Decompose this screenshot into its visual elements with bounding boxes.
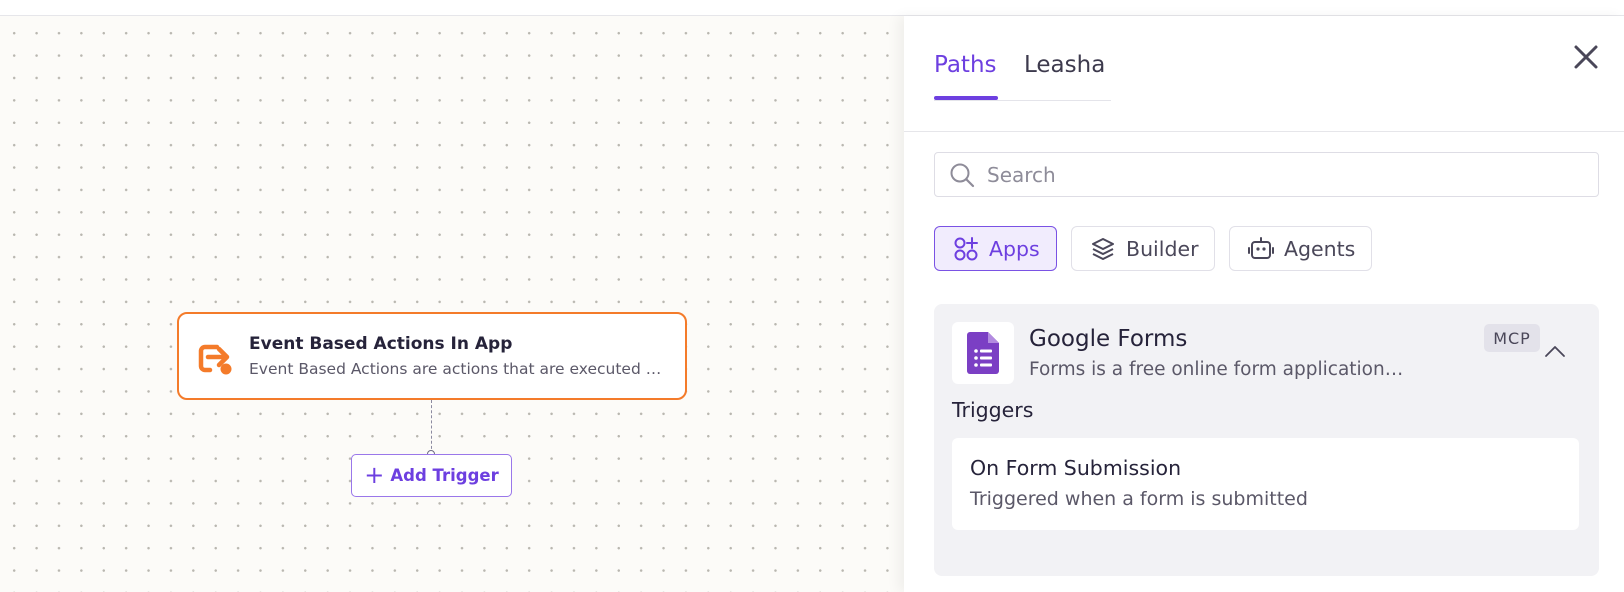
filter-apps-label: Apps [989, 236, 1040, 261]
search-box [934, 152, 1599, 197]
search-input[interactable] [987, 162, 1567, 187]
trigger-title: On Form Submission [970, 456, 1182, 480]
apps-grid-icon [954, 236, 978, 260]
node-title: Event Based Actions In App [249, 334, 513, 354]
search-icon [950, 163, 975, 187]
app-logo [952, 322, 1014, 384]
triggers-heading: Triggers [952, 398, 1034, 422]
workflow-canvas[interactable]: Event Based Actions In App Event Based A… [0, 16, 904, 592]
layers-icon [1092, 237, 1114, 260]
trigger-description: Triggered when a form is submitted [970, 488, 1308, 510]
redirect-arrow-icon [198, 344, 232, 375]
app-description: Forms is a free online form application… [1029, 359, 1404, 380]
panel-divider [904, 131, 1624, 132]
panel-tabs: Paths Leasha [934, 16, 1111, 101]
mcp-badge: MCP [1484, 324, 1540, 352]
robot-icon [1248, 236, 1274, 259]
google-forms-icon [967, 332, 999, 374]
close-icon[interactable] [1571, 42, 1601, 72]
node-connector [431, 400, 432, 454]
filter-builder-label: Builder [1126, 236, 1199, 261]
add-trigger-label: Add Trigger [390, 466, 499, 485]
filter-agents-button[interactable]: Agents [1229, 226, 1372, 271]
google-forms-app-card[interactable]: Google Forms Forms is a free online form… [934, 304, 1599, 576]
filter-builder-button[interactable]: Builder [1071, 226, 1215, 271]
top-bar [0, 0, 1624, 16]
chevron-up-icon[interactable] [1544, 344, 1566, 358]
active-tab-indicator [934, 96, 998, 100]
side-panel: Paths Leasha Apps Builder [904, 16, 1624, 592]
add-trigger-button[interactable]: + Add Trigger [351, 454, 512, 497]
trigger-item-on-form-submission[interactable]: On Form Submission Triggered when a form… [952, 438, 1579, 530]
event-node[interactable]: Event Based Actions In App Event Based A… [177, 312, 687, 400]
tab-paths[interactable]: Paths [934, 52, 997, 78]
plus-icon: + [364, 460, 385, 489]
tab-leasha[interactable]: Leasha [1024, 52, 1105, 78]
filter-apps-button[interactable]: Apps [934, 226, 1057, 271]
node-description: Event Based Actions are actions that are… [249, 360, 671, 378]
app-name: Google Forms [1029, 326, 1188, 352]
filter-agents-label: Agents [1284, 236, 1356, 261]
